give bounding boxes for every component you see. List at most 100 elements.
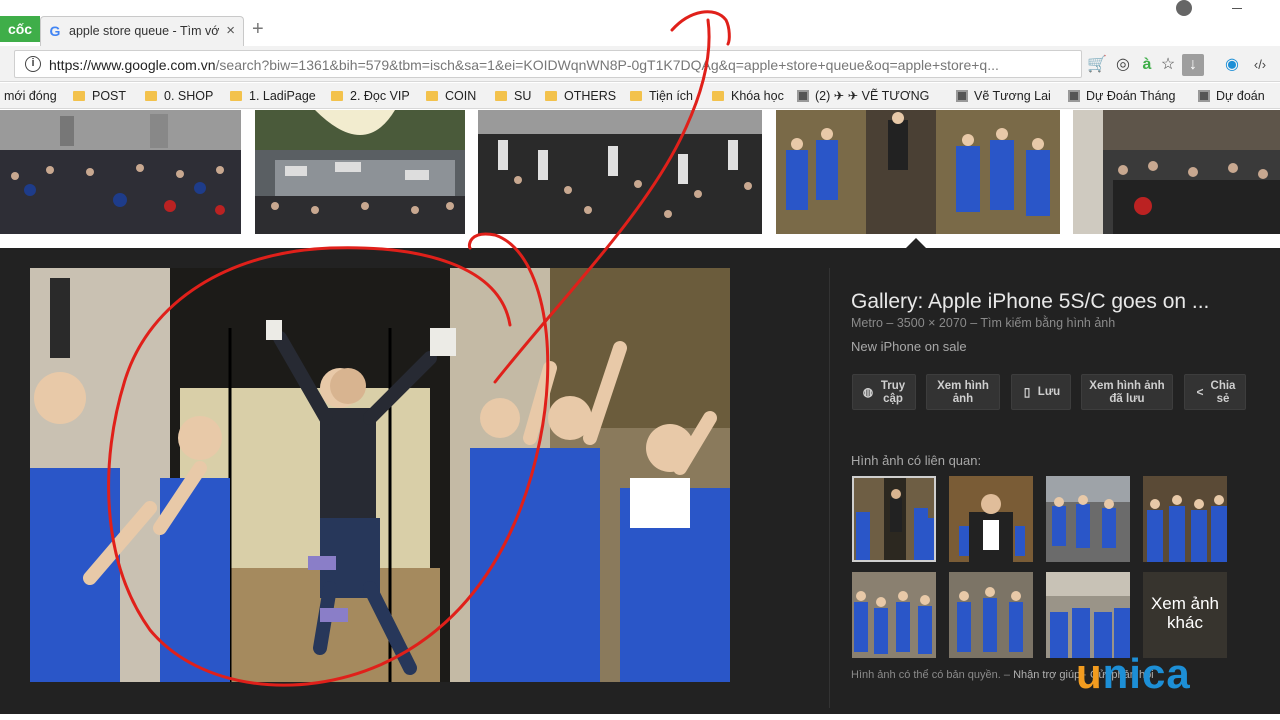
- bookmark-folder[interactable]: 0. SHOP: [145, 87, 213, 105]
- preview-description: New iPhone on sale: [851, 339, 967, 354]
- bookmark-folder[interactable]: POST: [73, 87, 126, 105]
- watermark-u: u: [1076, 650, 1103, 697]
- unica-watermark: unica: [1076, 650, 1191, 698]
- bookmark-page[interactable]: Dự Đoán Tháng: [1068, 87, 1175, 105]
- related-image[interactable]: [852, 572, 936, 658]
- related-image[interactable]: [949, 572, 1033, 658]
- image-dimensions: 3500 × 2070: [896, 316, 967, 330]
- info-icon[interactable]: i: [25, 56, 41, 72]
- folder-icon: [73, 91, 85, 101]
- visit-button[interactable]: ◍ Truy cập: [852, 374, 916, 410]
- celebration-image: [776, 110, 1060, 234]
- bookmark-page[interactable]: Vẽ Tương Lai: [956, 87, 1051, 105]
- related-thumb-image: [1046, 476, 1130, 562]
- view-saved-button[interactable]: Xem hình ảnh đã lưu: [1081, 374, 1173, 410]
- folder-icon: [331, 91, 343, 101]
- browser-window: cốc G apple store queue - Tìm với Google…: [0, 0, 1280, 720]
- location-icon[interactable]: ◎: [1112, 54, 1134, 76]
- folder-icon: [545, 91, 557, 101]
- view-saved-label: Xem hình ảnh đã lưu: [1089, 380, 1165, 405]
- address-bar[interactable]: i https://www.google.com.vn/search?biw=1…: [14, 50, 1082, 78]
- browser-tab[interactable]: G apple store queue - Tìm với Google ×: [40, 16, 244, 46]
- panel-divider: [829, 268, 830, 708]
- result-thumbnail[interactable]: [0, 110, 241, 234]
- result-thumbnail-selected[interactable]: [776, 110, 1060, 234]
- image-results-row: [0, 110, 1280, 248]
- bookmark-item[interactable]: mới đóng: [4, 87, 57, 105]
- related-images-label: Hình ảnh có liên quan:: [851, 453, 982, 468]
- tab-strip: cốc G apple store queue - Tìm với Google…: [0, 0, 1280, 46]
- related-image[interactable]: [1143, 476, 1227, 562]
- bookmark-label: Dự Đoán Tháng: [1086, 89, 1176, 103]
- download-icon[interactable]: ↓: [1182, 54, 1204, 76]
- next-results-strip: [0, 714, 1280, 720]
- related-thumb-image: [949, 572, 1033, 658]
- bookmark-label: (2) ✈ ✈ VẼ TƯƠNG: [815, 89, 930, 103]
- bookmark-folder[interactable]: Khóa học: [712, 87, 784, 105]
- share-icon: <: [1196, 385, 1204, 399]
- watermark-rest: nica: [1102, 650, 1191, 697]
- account-icon[interactable]: [1176, 0, 1192, 16]
- bookmark-label: 0. SHOP: [164, 89, 214, 103]
- result-thumbnail[interactable]: [255, 110, 465, 234]
- related-thumb-image: [852, 572, 936, 658]
- save-label: Lưu: [1037, 386, 1061, 398]
- minimize-icon[interactable]: [1232, 8, 1242, 9]
- bookmark-folder[interactable]: OTHERS: [545, 87, 616, 105]
- star-icon[interactable]: ☆: [1157, 54, 1179, 76]
- search-by-image-link[interactable]: Tìm kiếm bằng hình ảnh: [980, 316, 1115, 330]
- folder-icon: [230, 91, 242, 101]
- result-thumbnail[interactable]: [478, 110, 762, 234]
- more-images-tile[interactable]: Xem ảnh khác: [1143, 572, 1227, 658]
- page-icon: [1198, 90, 1210, 102]
- bookmark-folder[interactable]: 2. Đọc VIP: [331, 87, 410, 105]
- bookmark-page[interactable]: (2) ✈ ✈ VẼ TƯƠNG: [797, 87, 929, 105]
- related-image[interactable]: [1046, 476, 1130, 562]
- new-tab-button[interactable]: +: [252, 18, 264, 41]
- folder-icon: [426, 91, 438, 101]
- translate-icon[interactable]: à: [1136, 54, 1158, 76]
- visit-label: Truy cập: [880, 380, 906, 405]
- related-image[interactable]: [852, 476, 936, 562]
- related-thumb-image: [949, 476, 1033, 562]
- globe-icon: ◍: [862, 385, 874, 399]
- google-icon: G: [49, 23, 61, 39]
- related-image[interactable]: [949, 476, 1033, 562]
- share-button[interactable]: < Chia sẻ: [1184, 374, 1246, 410]
- app-logo: cốc: [0, 16, 40, 42]
- bookmark-label: Tiện ích: [649, 89, 694, 103]
- url-text[interactable]: https://www.google.com.vn/search?biw=136…: [49, 57, 1079, 73]
- preview-image[interactable]: [30, 268, 730, 682]
- view-image-label: Xem hình ảnh: [937, 380, 989, 405]
- share-label: Chia sẻ: [1210, 380, 1236, 405]
- tab-close-button[interactable]: ×: [226, 22, 235, 39]
- result-thumbnail[interactable]: [1073, 110, 1280, 234]
- bookmark-label: mới đóng: [4, 89, 57, 103]
- preview-title[interactable]: Gallery: Apple iPhone 5S/C goes on ...: [851, 290, 1261, 314]
- source-name[interactable]: Metro: [851, 316, 883, 330]
- folder-icon: [145, 91, 157, 101]
- bookmarks-bar: mới đóng POST 0. SHOP 1. LadiPage 2. Đọc…: [0, 83, 1280, 109]
- copyright-text: Hình ảnh có thể có bản quyền.: [851, 669, 1001, 681]
- bookmark-label: Vẽ Tương Lai: [974, 89, 1051, 103]
- cart-icon[interactable]: 🛒: [1086, 54, 1108, 76]
- code-icon[interactable]: ‹/›: [1249, 54, 1271, 76]
- related-image[interactable]: [1046, 572, 1130, 658]
- store-crowd-image: [1073, 110, 1280, 234]
- bookmark-folder[interactable]: SU: [495, 87, 531, 105]
- related-thumb-image: [1046, 572, 1130, 658]
- bookmark-label: OTHERS: [564, 89, 617, 103]
- view-image-button[interactable]: Xem hình ảnh: [926, 374, 1000, 410]
- bookmark-folder[interactable]: Tiện ích: [630, 87, 693, 105]
- bookmark-folder[interactable]: COIN: [426, 87, 476, 105]
- tab-title: apple store queue - Tìm với Google: [69, 24, 219, 38]
- feedback-link[interactable]: Nhận trợ giúp: [1013, 669, 1080, 681]
- save-button[interactable]: ▯ Lưu: [1011, 374, 1071, 410]
- page-icon: [1068, 90, 1080, 102]
- sync-icon[interactable]: ◉: [1221, 54, 1243, 76]
- page-icon: [797, 90, 809, 102]
- bookmark-folder[interactable]: 1. LadiPage: [230, 87, 316, 105]
- bookmark-page[interactable]: Dự đoán: [1198, 87, 1265, 105]
- celebration-photo: [30, 268, 730, 682]
- url-path: /search?biw=1361&bih=579&tbm=isch&sa=1&e…: [215, 57, 999, 73]
